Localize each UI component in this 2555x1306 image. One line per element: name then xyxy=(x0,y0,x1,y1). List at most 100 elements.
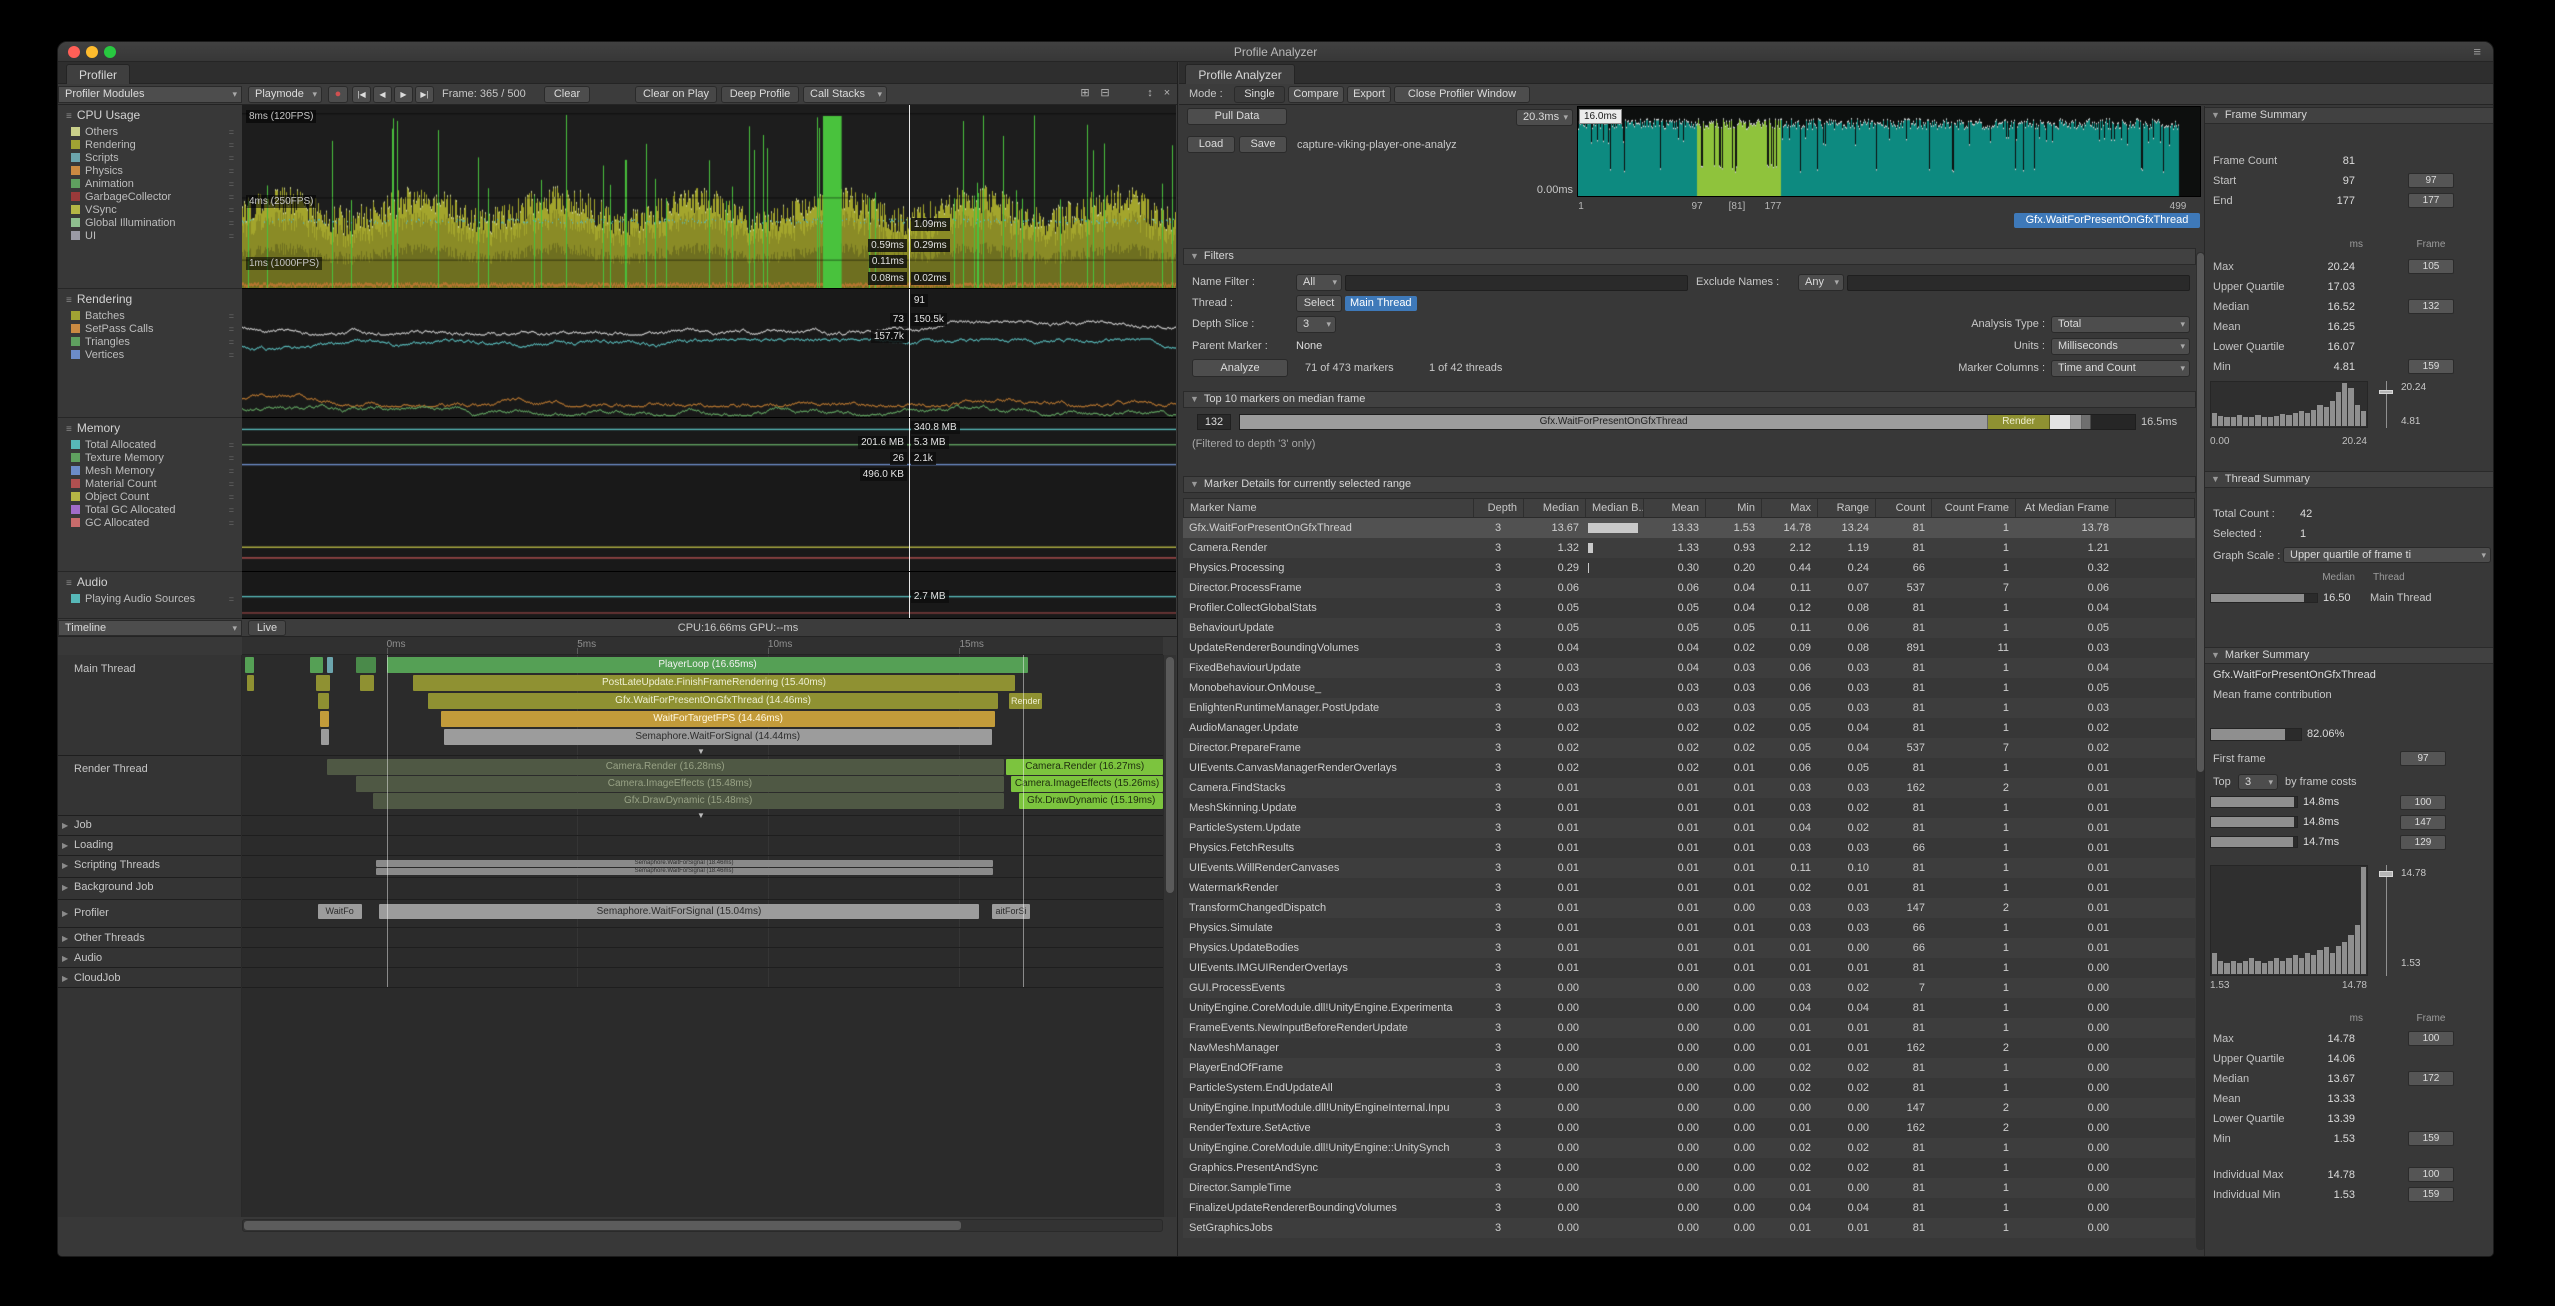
timeline-span[interactable] xyxy=(316,675,331,691)
timeline-span[interactable]: Camera.Render (16.28ms) xyxy=(327,759,1004,775)
frame-jump-button[interactable]: 129 xyxy=(2400,835,2446,850)
legend-item[interactable]: Playing Audio Sources= xyxy=(58,592,242,605)
call-stacks-dropdown[interactable]: Call Stacks▾ xyxy=(803,86,887,103)
selected-frame-line[interactable] xyxy=(909,418,910,571)
timeline-span[interactable]: PlayerLoop (16.65ms) xyxy=(387,657,1028,673)
analysis-type-dropdown[interactable]: Total▾ xyxy=(2051,316,2190,333)
marker-duration-histogram[interactable] xyxy=(2210,865,2368,976)
marker-row[interactable]: Camera.FindStacks30.010.010.010.030.0316… xyxy=(1183,778,2195,798)
module-header-audio[interactable]: ≡Audio xyxy=(58,572,242,592)
marker-row[interactable]: Director.ProcessFrame30.060.060.040.110.… xyxy=(1183,578,2195,598)
thread-row-label[interactable]: ▶Job xyxy=(58,819,241,831)
marker-row[interactable]: Monobehaviour.OnMouse_30.030.030.030.060… xyxy=(1183,678,2195,698)
next-frame-button[interactable]: ▶ xyxy=(394,86,413,103)
filters-foldout[interactable]: ▼Filters xyxy=(1183,248,2196,265)
module-header-rendering[interactable]: ≡Rendering xyxy=(58,289,242,309)
scrollbar-thumb[interactable] xyxy=(1166,657,1174,893)
column-header[interactable]: Min xyxy=(1706,499,1762,517)
clear-button[interactable]: Clear xyxy=(544,86,590,103)
timeline-span[interactable]: Camera.Render (16.27ms) xyxy=(1006,759,1163,775)
timeline-span[interactable] xyxy=(320,711,328,727)
marker-row[interactable]: UnityEngine.InputModule.dll!UnityEngineI… xyxy=(1183,1098,2195,1118)
marker-row[interactable]: Gfx.WaitForPresentOnGfxThread313.6713.33… xyxy=(1183,518,2195,538)
timeline-span[interactable] xyxy=(356,657,376,673)
legend-item[interactable]: Texture Memory= xyxy=(58,451,242,464)
marker-row[interactable]: Profiler.CollectGlobalStats30.050.050.04… xyxy=(1183,598,2195,618)
legend-item[interactable]: GarbageCollector= xyxy=(58,190,242,203)
thread-row-label[interactable]: ▶Background Job xyxy=(58,881,241,893)
marker-row[interactable]: MeshSkinning.Update30.010.010.010.030.02… xyxy=(1183,798,2195,818)
timeline-span[interactable]: Render xyxy=(1009,693,1042,709)
close-module-icon[interactable]: × xyxy=(1159,86,1175,103)
legend-item[interactable]: UI= xyxy=(58,229,242,242)
layout-collapse-icon[interactable]: ⊟ xyxy=(1096,86,1114,103)
parent-marker-value[interactable]: None xyxy=(1296,338,1322,355)
legend-item[interactable]: VSync= xyxy=(58,203,242,216)
selected-frame-line[interactable] xyxy=(909,105,910,288)
marker-row[interactable]: TransformChangedDispatch30.010.010.000.0… xyxy=(1183,898,2195,918)
legend-item[interactable]: Physics= xyxy=(58,164,242,177)
timeline-span[interactable]: WaitForTargetFPS (14.46ms) xyxy=(441,711,995,727)
legend-item[interactable]: Scripts= xyxy=(58,151,242,164)
marker-row[interactable]: UIEvents.CanvasManagerRenderOverlays30.0… xyxy=(1183,758,2195,778)
frame-jump-button[interactable]: 159 xyxy=(2408,1187,2454,1202)
units-dropdown[interactable]: Milliseconds▾ xyxy=(2051,338,2190,355)
thread-row-label[interactable]: ▶Other Threads xyxy=(58,932,241,944)
marker-row[interactable]: Physics.FetchResults30.010.010.010.030.0… xyxy=(1183,838,2195,858)
timeline-span[interactable]: WaitFo xyxy=(318,904,362,919)
export-button[interactable]: Export xyxy=(1347,86,1391,103)
save-button[interactable]: Save xyxy=(1239,136,1287,153)
timeline-span[interactable]: PostLateUpdate.FinishFrameRendering (15.… xyxy=(413,675,1014,691)
marker-row[interactable]: FrameEvents.NewInputBeforeRenderUpdate30… xyxy=(1183,1018,2195,1038)
timeline-span[interactable] xyxy=(360,675,374,691)
legend-item[interactable]: Global Illumination= xyxy=(58,216,242,229)
graph-scale-dropdown[interactable]: Upper quartile of frame ti▾ xyxy=(2283,547,2491,563)
window-titlebar[interactable]: Profile Analyzer ≡ xyxy=(58,42,2493,62)
frame-chart-scale-dropdown[interactable]: 20.3ms▾ xyxy=(1516,109,1573,126)
timeline-span[interactable] xyxy=(318,693,328,709)
exclude-mode-dropdown[interactable]: Any▾ xyxy=(1798,274,1844,291)
thread-name[interactable]: Main Thread xyxy=(2370,590,2432,606)
exclude-names-input[interactable] xyxy=(1847,275,2190,291)
frame-summary-header[interactable]: ▼Frame Summary xyxy=(2205,107,2494,124)
frame-jump-button[interactable]: 100 xyxy=(2408,1031,2454,1046)
marker-row[interactable]: Director.PrepareFrame30.020.020.020.050.… xyxy=(1183,738,2195,758)
timeline-ruler[interactable]: 0ms5ms10ms15ms xyxy=(242,637,1163,655)
frame-jump-button[interactable]: 177 xyxy=(2408,193,2454,208)
window-menu-icon[interactable]: ≡ xyxy=(2473,44,2481,59)
marker-row[interactable]: Graphics.PresentAndSync30.000.000.000.02… xyxy=(1183,1158,2195,1178)
selected-marker-chip[interactable]: Gfx.WaitForPresentOnGfxThread xyxy=(2014,213,2200,228)
legend-item[interactable]: Vertices= xyxy=(58,348,242,361)
marker-row[interactable]: Physics.UpdateBodies30.010.010.010.010.0… xyxy=(1183,938,2195,958)
column-header[interactable]: Marker Name xyxy=(1184,499,1474,517)
marker-summary-header[interactable]: ▼Marker Summary xyxy=(2205,647,2494,664)
marker-row[interactable]: BehaviourUpdate30.050.050.050.110.068110… xyxy=(1183,618,2195,638)
tab-profile-analyzer[interactable]: Profile Analyzer xyxy=(1185,64,1295,84)
marker-row[interactable]: UnityEngine.CoreModule.dll!UnityEngine::… xyxy=(1183,1138,2195,1158)
timeline-view-dropdown[interactable]: Timeline▾ xyxy=(58,620,242,636)
collapse-arrow-icon[interactable]: ▼ xyxy=(697,811,705,820)
legend-item[interactable]: GC Allocated= xyxy=(58,516,242,529)
legend-item[interactable]: Total GC Allocated= xyxy=(58,503,242,516)
marker-row[interactable]: SetGraphicsJobs30.000.000.000.010.018110… xyxy=(1183,1218,2195,1238)
marker-columns-dropdown[interactable]: Time and Count▾ xyxy=(2051,360,2190,377)
marker-row[interactable]: NavMeshManager30.000.000.000.010.0116220… xyxy=(1183,1038,2195,1058)
column-header[interactable]: Mean xyxy=(1644,499,1706,517)
thread-row-label[interactable]: Render Thread xyxy=(58,763,241,775)
marker-row[interactable]: ParticleSystem.Update30.010.010.010.040.… xyxy=(1183,818,2195,838)
column-header[interactable]: Count xyxy=(1876,499,1932,517)
timeline-span[interactable] xyxy=(310,657,323,673)
timeline-horizontal-scrollbar[interactable] xyxy=(242,1219,1163,1232)
top10-segment[interactable] xyxy=(2050,415,2071,429)
timeline-span[interactable]: Semaphore.WaitForSignal (18.46ms) xyxy=(376,868,993,875)
prev-frame-button[interactable]: ◀ xyxy=(373,86,392,103)
marker-row[interactable]: FinalizeUpdateRendererBoundingVolumes30.… xyxy=(1183,1198,2195,1218)
scrollbar-thumb[interactable] xyxy=(244,1221,961,1230)
selected-frame-line[interactable] xyxy=(909,572,910,618)
column-header[interactable]: Depth xyxy=(1474,499,1524,517)
marker-row[interactable]: UIEvents.WillRenderCanvases30.010.010.01… xyxy=(1183,858,2195,878)
frame-jump-button[interactable]: 100 xyxy=(2400,795,2446,810)
legend-item[interactable]: Rendering= xyxy=(58,138,242,151)
marker-row[interactable]: EnlightenRuntimeManager.PostUpdate30.030… xyxy=(1183,698,2195,718)
load-button[interactable]: Load xyxy=(1187,136,1235,153)
